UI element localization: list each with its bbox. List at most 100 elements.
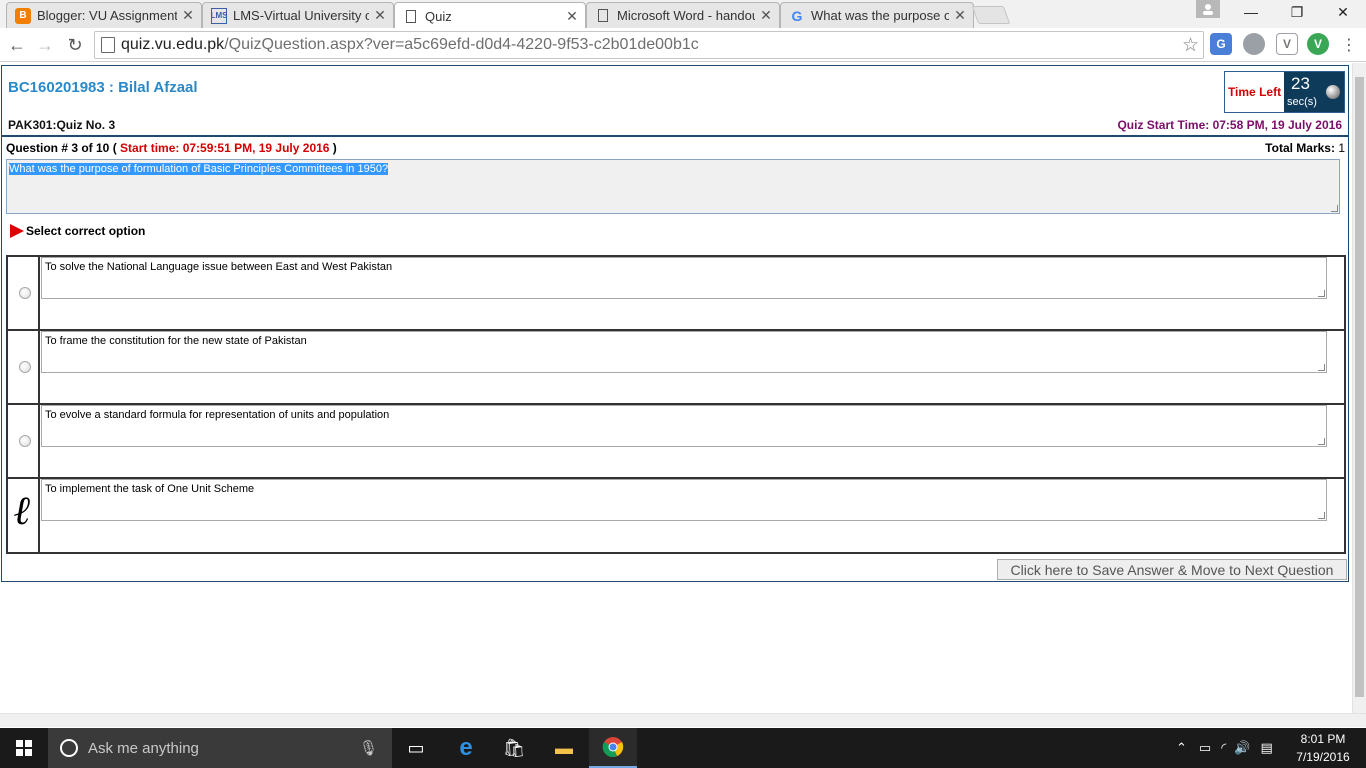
close-icon[interactable]: ✕ (953, 7, 967, 24)
tab-google-search[interactable]: G What was the purpose of formulation ✕ (780, 2, 974, 28)
profile-icon[interactable] (1196, 0, 1220, 18)
url-host: quiz.vu.edu.pk (121, 36, 225, 53)
quiz-panel: BC160201983 : Bilal Afzaal Time Left 23 … (1, 65, 1349, 582)
close-icon[interactable]: ✕ (373, 7, 387, 24)
question-number: Question # 3 of 10 (6, 141, 110, 155)
tab-title: LMS-Virtual University of Pakistan (233, 8, 369, 23)
system-tray: ⌃ ▭ ◜ 🔊 ▤ (1176, 728, 1273, 768)
wifi-icon[interactable]: ◜ (1221, 740, 1226, 756)
tab-word-handout[interactable]: Microsoft Word - handout ✕ (586, 2, 780, 28)
total-marks-label: Total Marks: (1265, 141, 1335, 155)
save-next-button[interactable]: Click here to Save Answer & Move to Next… (997, 559, 1347, 580)
tab-title: What was the purpose of formulation (811, 8, 949, 23)
task-view-icon[interactable]: ▭ (392, 728, 440, 768)
start-button[interactable] (0, 728, 48, 768)
option-textarea[interactable]: To frame the constitution for the new st… (41, 331, 1327, 373)
question-start-time: Start time: 07:59:51 PM, 19 July 2016 (120, 141, 330, 155)
question-textarea[interactable]: What was the purpose of formulation of B… (6, 159, 1340, 214)
option-text: To solve the National Language issue bet… (45, 261, 393, 273)
scrollbar-thumb[interactable] (1355, 77, 1364, 697)
radio-cell (8, 331, 40, 403)
volume-icon[interactable]: 🔊 (1234, 740, 1250, 756)
option-row: To evolve a standard formula for represe… (8, 405, 1344, 479)
close-window-icon[interactable]: ✕ (1320, 0, 1366, 24)
red-flag-icon (10, 224, 24, 238)
tab-lms[interactable]: LMS LMS-Virtual University of Pakistan ✕ (202, 2, 394, 28)
lms-icon: LMS (211, 7, 227, 24)
radio-cell: ℓ (8, 479, 40, 552)
file-explorer-icon[interactable]: ▬ (540, 728, 588, 768)
clock-date: 7/19/2016 (1296, 750, 1350, 764)
vertical-scrollbar[interactable] (1352, 63, 1366, 713)
option-text: To implement the task of One Unit Scheme (45, 483, 255, 495)
extension-globe-icon[interactable] (1243, 33, 1265, 55)
shield-extension-icon[interactable]: V (1276, 33, 1298, 55)
edge-icon[interactable]: e (442, 728, 490, 768)
time-left-unit: sec(s) (1287, 96, 1317, 108)
option-textarea[interactable]: To solve the National Language issue bet… (41, 257, 1327, 299)
chrome-taskbar-icon[interactable] (589, 728, 637, 768)
url-path: /QuizQuestion.aspx?ver=a5c69efd-d0d4-422… (224, 36, 699, 53)
time-left-seconds: 23 (1291, 74, 1310, 93)
microphone-icon[interactable]: 🎙 (359, 739, 378, 757)
search-placeholder: Ask me anything (88, 739, 199, 757)
radio-cell (8, 405, 40, 477)
total-marks: Total Marks: 1 (1265, 141, 1345, 155)
option-radio[interactable] (19, 287, 31, 299)
tab-title: Blogger: VU Assignments (37, 8, 177, 23)
tray-overflow-icon[interactable]: ⌃ (1176, 740, 1187, 756)
clock[interactable]: 8:01 PM 7/19/2016 (1290, 730, 1356, 766)
header-divider (2, 135, 1348, 137)
new-tab-button[interactable] (971, 6, 1011, 24)
close-icon[interactable]: ✕ (181, 7, 195, 24)
option-textarea[interactable]: To implement the task of One Unit Scheme (41, 479, 1327, 521)
quiz-start-time: Quiz Start Time: 07:58 PM, 19 July 2016 (1117, 118, 1342, 132)
option-radio[interactable] (19, 435, 31, 447)
cortana-search-box[interactable]: Ask me anything 🎙 (48, 728, 392, 768)
forward-icon[interactable]: → (32, 32, 58, 58)
action-center-icon[interactable]: ▤ (1260, 740, 1272, 756)
store-icon[interactable]: 🛍 (490, 728, 538, 768)
timer-indicator-icon (1326, 85, 1340, 99)
vpn-extension-icon[interactable]: V (1307, 33, 1329, 55)
total-marks-value: 1 (1338, 141, 1345, 155)
close-icon[interactable]: ✕ (565, 8, 579, 25)
option-radio[interactable] (19, 361, 31, 373)
time-left-box: Time Left 23 sec(s) (1224, 71, 1345, 113)
options-table: To solve the National Language issue bet… (6, 255, 1346, 554)
page-icon (403, 8, 419, 24)
quiz-name: PAK301:Quiz No. 3 (8, 118, 116, 132)
tab-quiz[interactable]: Quiz ✕ (394, 2, 586, 29)
option-textarea[interactable]: To evolve a standard formula for represe… (41, 405, 1327, 447)
clock-time: 8:01 PM (1300, 732, 1346, 746)
time-left-value-box: 23 sec(s) (1284, 72, 1344, 112)
windows-logo-icon (16, 740, 32, 756)
tab-blogger[interactable]: B Blogger: VU Assignments ✕ (6, 2, 202, 28)
translate-extension-icon[interactable]: G (1210, 33, 1232, 55)
student-id-name: BC160201983 : Bilal Afzaal (8, 79, 198, 96)
restore-icon[interactable]: ❐ (1274, 0, 1320, 24)
question-text: What was the purpose of formulation of B… (9, 163, 389, 175)
option-text: To frame the constitution for the new st… (45, 335, 307, 347)
page-icon (595, 8, 611, 24)
option-row: To frame the constitution for the new st… (8, 331, 1344, 405)
tab-title: Quiz (425, 8, 452, 24)
radio-cell (8, 257, 40, 329)
reload-icon[interactable]: ↻ (62, 32, 88, 58)
question-header: Question # 3 of 10 ( Start time: 07:59:5… (6, 141, 337, 155)
close-icon[interactable]: ✕ (759, 7, 773, 24)
back-icon[interactable]: ← (4, 32, 30, 58)
page-viewport: BC160201983 : Bilal Afzaal Time Left 23 … (0, 63, 1352, 713)
battery-icon[interactable]: ▭ (1199, 740, 1211, 756)
address-bar[interactable]: quiz.vu.edu.pk/QuizQuestion.aspx?ver=a5c… (94, 31, 1204, 59)
bookmark-star-icon[interactable]: ☆ (1182, 34, 1199, 57)
minimize-icon[interactable]: — (1228, 0, 1274, 24)
blogger-icon: B (15, 7, 31, 24)
horizontal-scrollbar[interactable] (0, 713, 1366, 727)
option-row: To solve the National Language issue bet… (8, 257, 1344, 331)
select-option-label: Select correct option (26, 224, 146, 238)
select-option-prompt: Select correct option (10, 224, 145, 238)
page-info-icon[interactable] (101, 37, 115, 53)
menu-icon[interactable]: ⋮ (1336, 32, 1362, 58)
cortana-icon (60, 739, 78, 757)
